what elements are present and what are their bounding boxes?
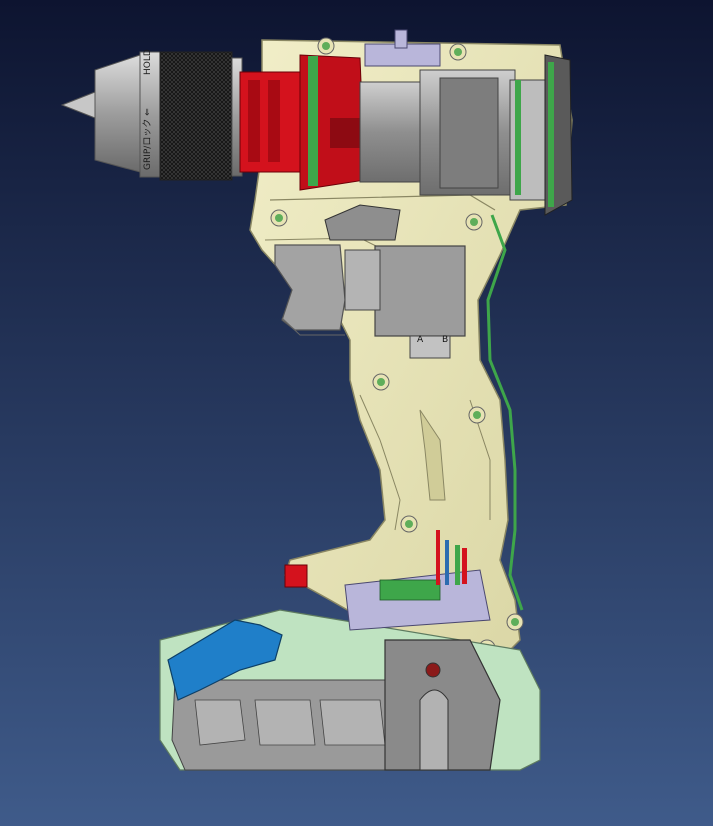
- battery-connector: [284, 564, 308, 588]
- chuck-label-hold: HOLD: [143, 49, 153, 75]
- screw-boss-icon: [449, 43, 467, 61]
- chuck-grip[interactable]: [159, 51, 233, 181]
- chuck-label: GRIP/ロック ⇐: [142, 108, 153, 170]
- switch-label-b: B: [442, 335, 448, 345]
- motor-green-band: [515, 80, 521, 195]
- screw-boss-icon: [468, 406, 486, 424]
- drill-cad-model: A B GRIP/ロック ⇐ HOLD: [0, 0, 713, 826]
- screw-boss-icon: [465, 213, 483, 231]
- cad-viewport[interactable]: A B GRIP/ロック ⇐ HOLD: [0, 0, 713, 826]
- screw-boss-icon: [372, 373, 390, 391]
- clip-screw: [425, 662, 441, 678]
- screw-boss-icon: [270, 209, 288, 227]
- gearbox[interactable]: [239, 54, 366, 191]
- screw-boss-icon: [400, 515, 418, 533]
- gearbox-green-ring: [308, 56, 318, 186]
- switch-label-a: A: [417, 335, 424, 345]
- screw-boss-icon: [506, 613, 524, 631]
- screw-boss-icon: [317, 37, 335, 55]
